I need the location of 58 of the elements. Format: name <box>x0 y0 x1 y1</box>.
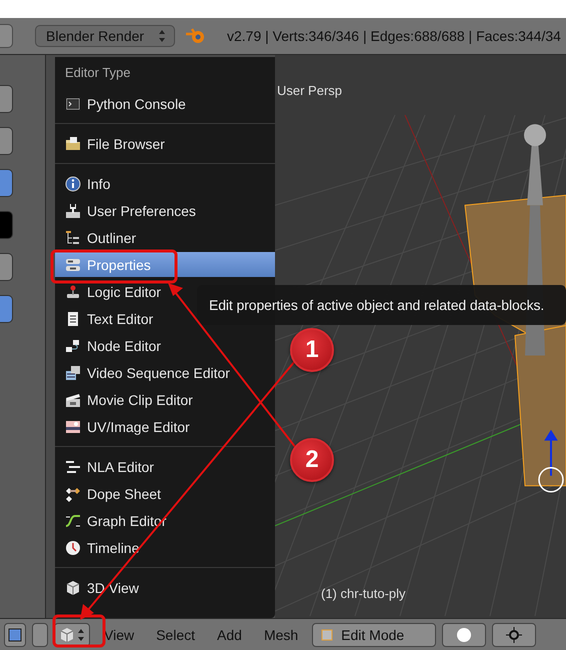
menu-link[interactable]: Select <box>148 626 204 642</box>
toggle-icon <box>65 256 81 272</box>
stepper-icon <box>77 628 85 642</box>
menu-link[interactable]: View <box>96 626 142 642</box>
sphere-icon <box>456 626 472 642</box>
menu-item[interactable]: Node Editor <box>55 333 275 358</box>
menu-item[interactable]: 3D View <box>55 575 275 600</box>
keyframe-icon <box>65 486 81 502</box>
layout-button[interactable] <box>4 622 26 646</box>
mode-dropdown[interactable]: Edit Mode <box>312 622 436 646</box>
shading-dropdown[interactable] <box>442 622 486 646</box>
clock-icon <box>65 540 81 556</box>
side-button[interactable] <box>0 127 13 155</box>
cube-icon <box>65 580 81 596</box>
menu-item[interactable]: File Browser <box>55 131 275 156</box>
menu-item[interactable]: Dope Sheet <box>55 481 275 506</box>
side-button[interactable] <box>0 169 13 197</box>
pivot-dropdown[interactable] <box>492 622 536 646</box>
document-icon <box>65 310 81 326</box>
cube-icon <box>59 626 75 642</box>
menu-link[interactable]: Add <box>209 626 250 642</box>
view-name: User Persp <box>277 83 342 98</box>
menu-item[interactable]: Outliner <box>55 225 275 250</box>
image-icon <box>65 418 81 434</box>
film-icon <box>65 364 81 380</box>
side-button[interactable] <box>0 253 13 281</box>
tree-icon <box>65 230 81 246</box>
side-button[interactable] <box>32 622 48 646</box>
curve-icon <box>65 512 81 528</box>
menu-item[interactable]: UV/Image Editor <box>55 414 275 439</box>
stepper-icon <box>158 29 166 43</box>
clapper-icon <box>65 392 81 408</box>
color-swatch[interactable] <box>0 211 13 239</box>
wrench-icon <box>65 202 81 218</box>
menu-title: Editor Type <box>64 64 132 82</box>
menu-item[interactable]: User Preferences <box>55 198 275 223</box>
blender-logo-icon <box>185 27 207 45</box>
bars-icon <box>65 458 81 474</box>
nodes-icon <box>65 338 81 354</box>
header-button[interactable] <box>0 24 13 48</box>
object-label: (1) chr-tuto-ply <box>321 586 406 601</box>
menu-item[interactable]: Movie Clip Editor <box>55 387 275 412</box>
folder-icon <box>65 136 81 152</box>
menu-item[interactable]: NLA Editor <box>55 454 275 479</box>
info-icon <box>65 176 81 192</box>
menu-item[interactable]: Python Console <box>55 91 275 116</box>
crosshair-icon <box>506 626 522 642</box>
joystick-icon <box>65 284 81 300</box>
side-button[interactable] <box>0 85 13 113</box>
menu-link[interactable]: Mesh <box>256 626 306 642</box>
highlight-frame <box>52 614 106 648</box>
menu-item[interactable]: Info <box>55 171 275 196</box>
scene-stats: v2.79 | Verts:346/346 | Edges:688/688 | Faces:344/34 <box>227 28 561 44</box>
terminal-icon <box>65 96 81 112</box>
menu-item[interactable]: Timeline <box>55 535 275 560</box>
side-button[interactable] <box>0 295 13 323</box>
square-icon <box>319 626 336 642</box>
menu-item[interactable]: Video Sequence Editor <box>55 360 275 385</box>
